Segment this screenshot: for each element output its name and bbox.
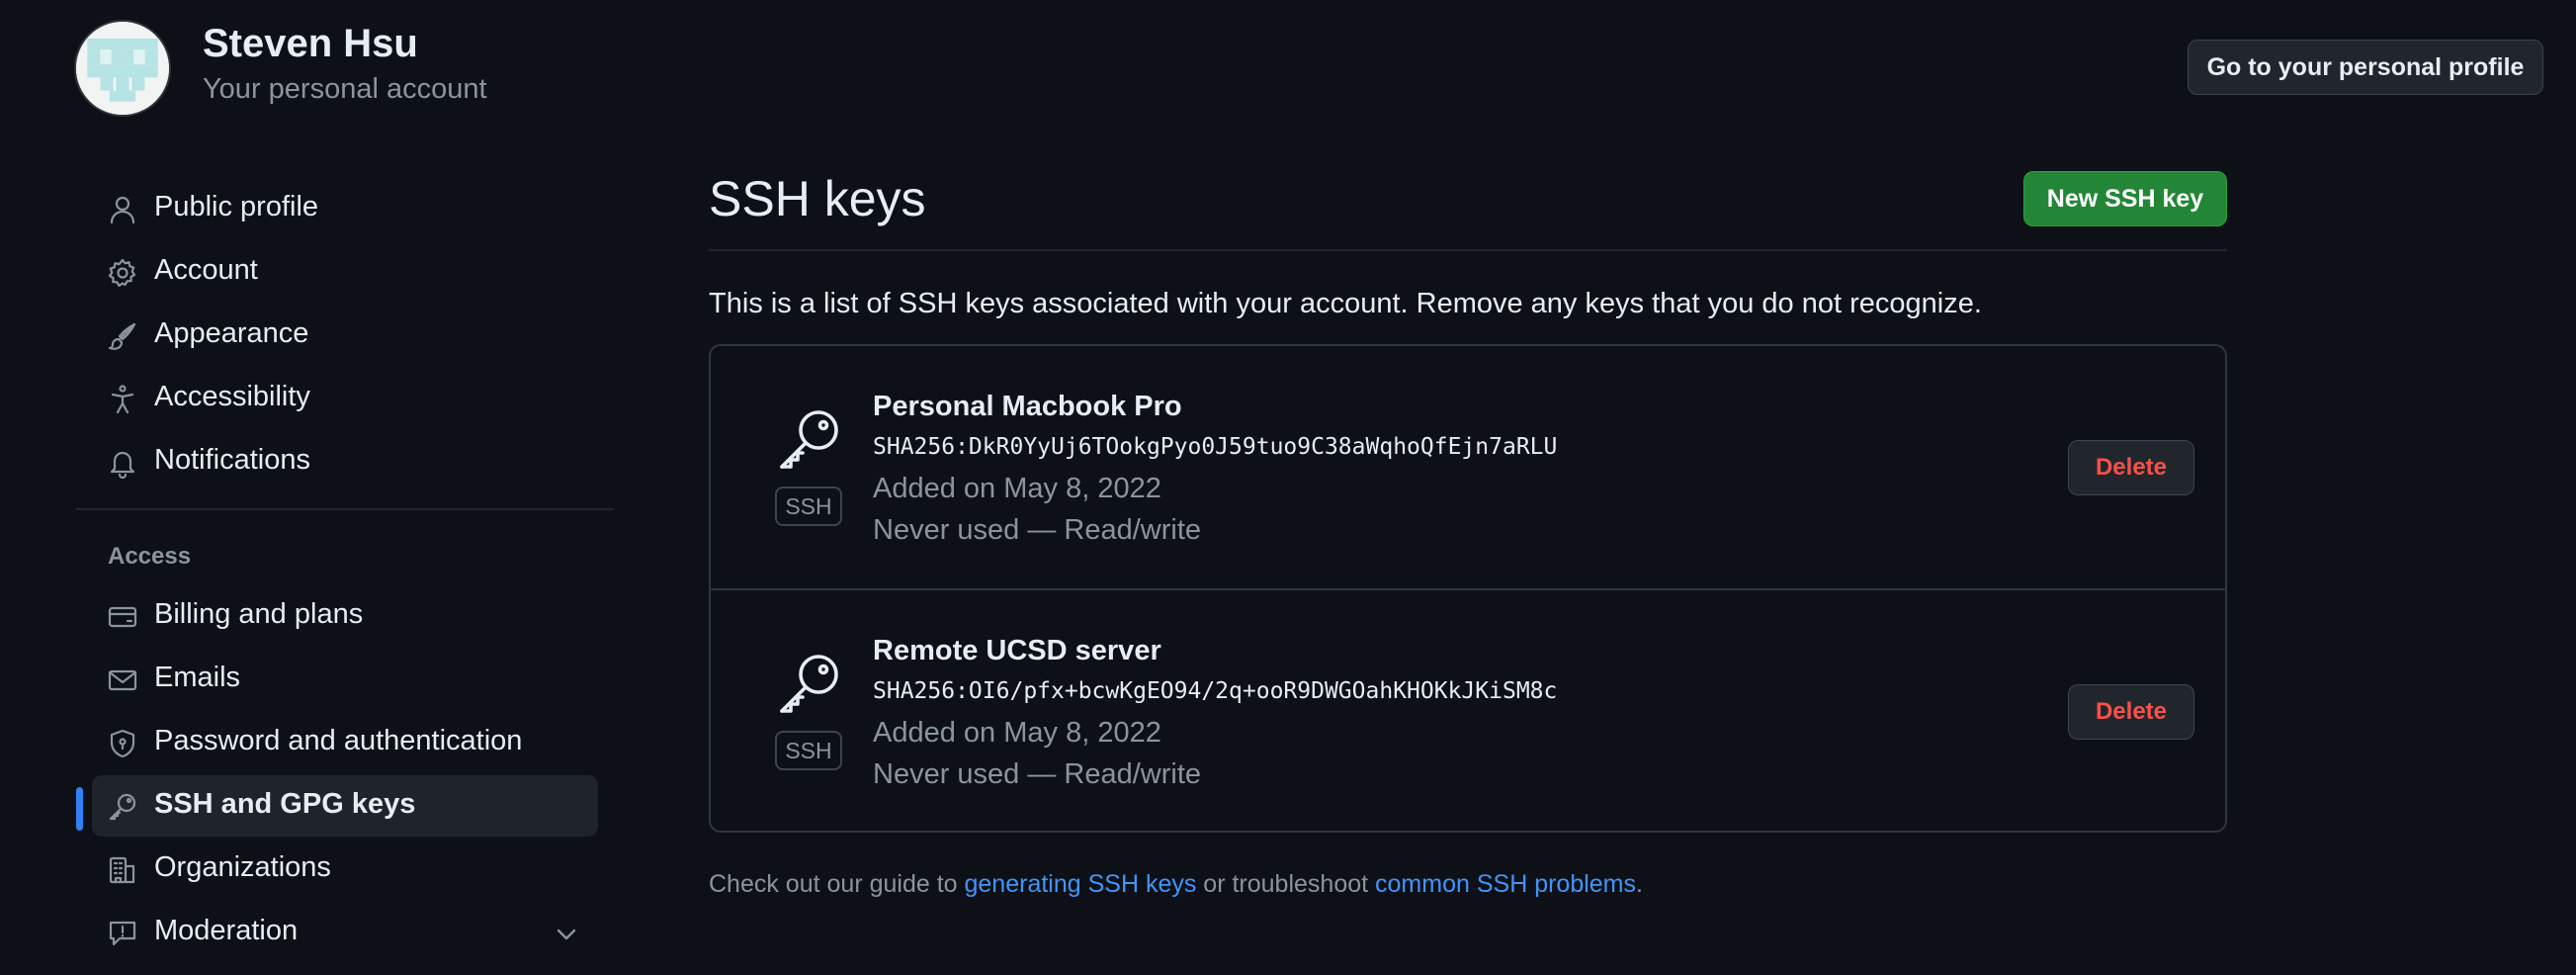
ssh-key-item: SSH Personal Macbook Pro SHA256:DkR0YyUj… (711, 346, 2225, 589)
key-usage: Never used — Read/write (873, 758, 1202, 790)
sidebar-item-label: Emails (154, 662, 241, 693)
credit-card-icon (107, 601, 138, 633)
sidebar-section-heading: Access (108, 543, 192, 570)
key-icon (774, 650, 843, 719)
sidebar-divider (76, 508, 614, 510)
key-icon (774, 405, 843, 475)
account-subtitle: Your personal account (203, 73, 487, 105)
shield-lock-icon (107, 728, 138, 759)
account-name: Steven Hsu (203, 22, 418, 65)
delete-key-button[interactable]: Delete (2068, 684, 2194, 740)
chevron-down-icon[interactable] (552, 920, 581, 949)
sidebar-item-appearance[interactable]: Appearance (92, 305, 598, 366)
sidebar-item-label: Account (154, 254, 258, 286)
sidebar-item-account[interactable]: Account (92, 241, 598, 303)
key-title: Personal Macbook Pro (873, 391, 1182, 422)
help-note-middle: or troubleshoot (1196, 870, 1376, 898)
page-title: SSH keys (709, 171, 926, 226)
sidebar-item-label: Public profile (154, 191, 319, 222)
sidebar-item-organizations[interactable]: Organizations (92, 839, 598, 900)
gear-icon (107, 257, 138, 289)
key-fingerprint: SHA256:OI6/pfx+bcwKgEO94/2q+ooR9DWGOahKH… (873, 678, 1558, 704)
sidebar-item-moderation[interactable]: Moderation (92, 902, 598, 963)
delete-key-button[interactable]: Delete (2068, 440, 2194, 495)
sidebar-item-password-authentication[interactable]: Password and authentication (92, 712, 598, 773)
sidebar-item-label: Notifications (154, 444, 310, 476)
intro-text: This is a list of SSH keys associated wi… (709, 288, 1982, 319)
active-indicator (76, 787, 83, 831)
go-to-profile-button[interactable]: Go to your personal profile (2188, 40, 2543, 95)
ssh-badge: SSH (775, 487, 842, 526)
avatar[interactable] (74, 20, 171, 117)
help-note: Check out our guide to generating SSH ke… (709, 870, 1643, 899)
title-divider (709, 249, 2227, 251)
key-usage: Never used — Read/write (873, 514, 1202, 546)
paintbrush-icon (107, 320, 138, 352)
sidebar-item-label: SSH and GPG keys (154, 788, 416, 820)
help-note-prefix: Check out our guide to (709, 870, 965, 898)
bell-icon (107, 447, 138, 479)
accessibility-icon (107, 384, 138, 415)
generating-ssh-keys-link[interactable]: generating SSH keys (965, 870, 1197, 898)
key-fingerprint: SHA256:DkR0YyUj6TOokgPyo0J59tuo9C38aWqho… (873, 434, 1558, 460)
person-icon (107, 194, 138, 225)
ssh-key-item: SSH Remote UCSD server SHA256:OI6/pfx+bc… (711, 590, 2225, 834)
organization-icon (107, 854, 138, 886)
sidebar-item-emails[interactable]: Emails (92, 649, 598, 710)
sidebar-item-label: Password and authentication (154, 725, 523, 756)
sidebar-item-label: Accessibility (154, 381, 310, 412)
sidebar-item-label: Organizations (154, 851, 331, 883)
sidebar-item-label: Billing and plans (154, 598, 364, 630)
sidebar-item-label: Appearance (154, 317, 309, 349)
sidebar-item-notifications[interactable]: Notifications (92, 431, 598, 492)
sidebar-item-accessibility[interactable]: Accessibility (92, 368, 598, 429)
mail-icon (107, 665, 138, 696)
new-ssh-key-button[interactable]: New SSH key (2023, 171, 2227, 226)
sidebar-item-ssh-gpg-keys[interactable]: SSH and GPG keys (92, 775, 598, 837)
sidebar-item-public-profile[interactable]: Public profile (92, 178, 598, 239)
report-icon (107, 918, 138, 949)
common-ssh-problems-link[interactable]: common SSH problems (1375, 870, 1636, 898)
key-title: Remote UCSD server (873, 635, 1161, 666)
ssh-badge: SSH (775, 731, 842, 770)
key-added-date: Added on May 8, 2022 (873, 717, 1161, 749)
sidebar-item-billing[interactable]: Billing and plans (92, 585, 598, 647)
key-added-date: Added on May 8, 2022 (873, 473, 1161, 504)
sidebar-item-label: Moderation (154, 915, 299, 946)
help-note-suffix: . (1636, 870, 1643, 898)
key-icon (107, 791, 138, 823)
